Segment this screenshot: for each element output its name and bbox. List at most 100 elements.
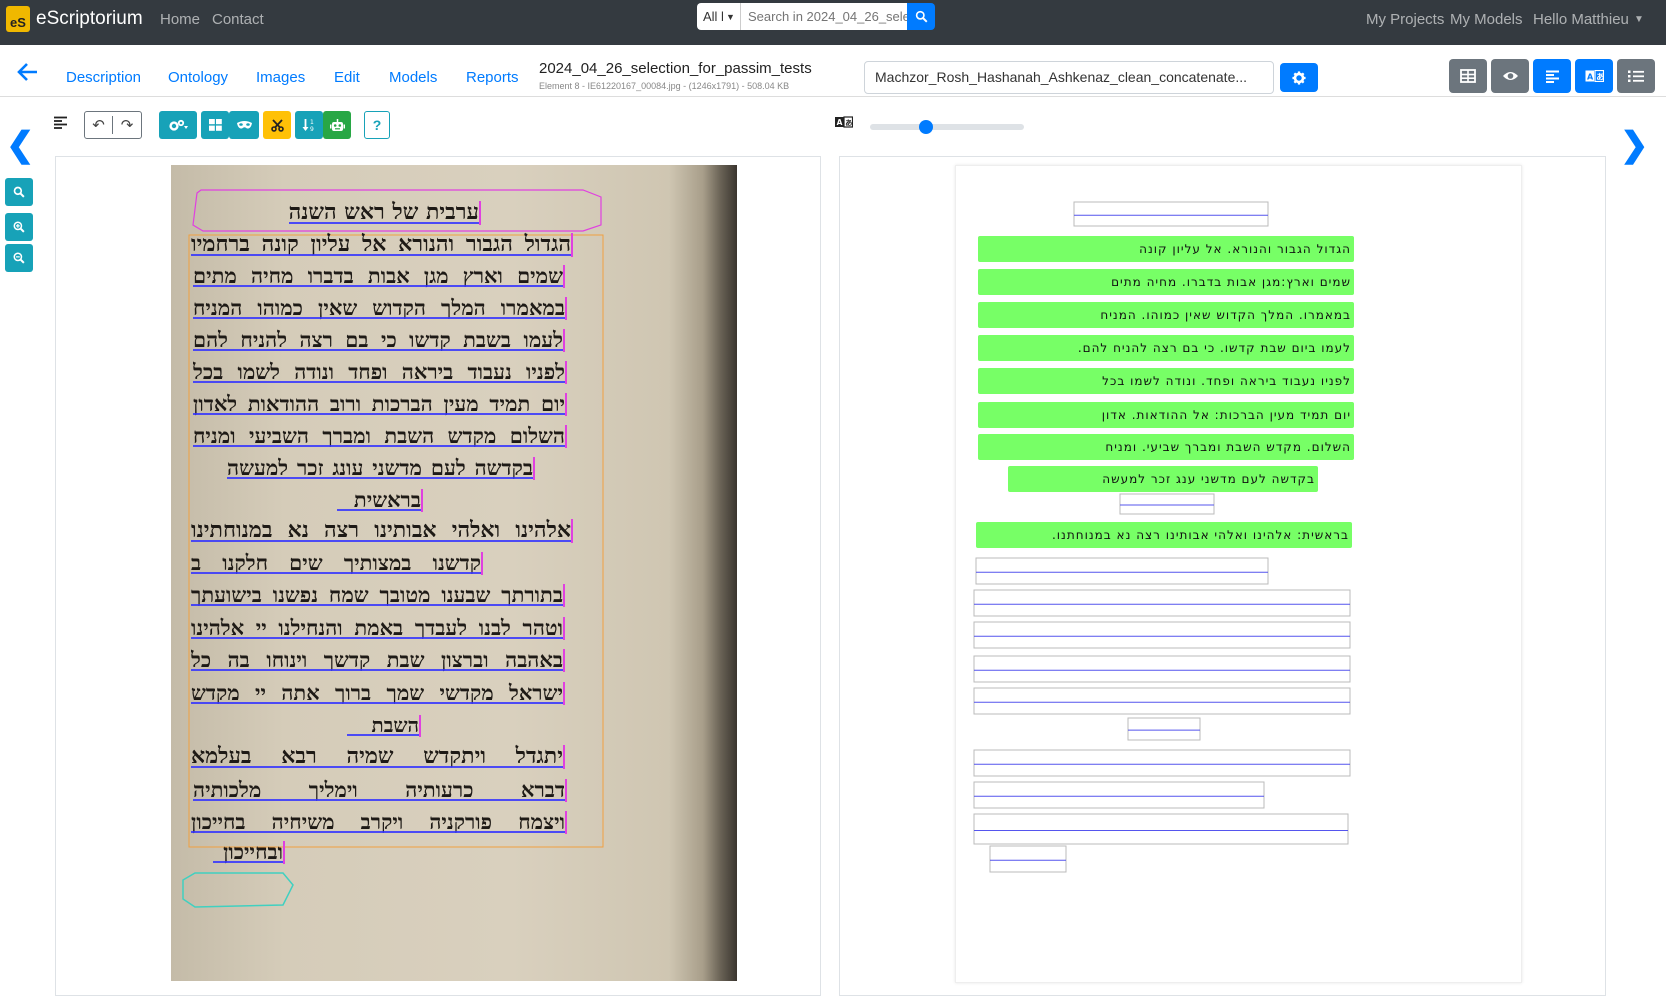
tab-reports[interactable]: Reports — [466, 69, 519, 86]
line-baseline — [337, 509, 421, 511]
brand[interactable]: eS eScriptorium — [6, 6, 143, 32]
toggle-lines-button[interactable] — [229, 111, 259, 139]
line-baseline — [191, 702, 563, 704]
gear-icon — [1292, 70, 1306, 85]
empty-line-box[interactable] — [973, 655, 1351, 683]
search-icon — [13, 186, 25, 198]
zoom-in-button[interactable] — [5, 213, 33, 241]
th-large-icon — [208, 119, 222, 131]
empty-line-box[interactable] — [989, 845, 1067, 873]
empty-line-box[interactable] — [1073, 201, 1269, 227]
panel-toggle-segmentation-button[interactable] — [1533, 59, 1571, 93]
eye-icon — [1502, 72, 1518, 80]
tab-edit[interactable]: Edit — [334, 69, 360, 86]
redo-icon[interactable]: ↷ — [113, 116, 141, 134]
table-grid-icon — [1460, 69, 1476, 83]
search-scope-select[interactable]: All l ▼ — [697, 3, 741, 30]
transcribed-line[interactable]: הגדול הגבור והנורא. אל עליון קונה — [978, 236, 1354, 262]
transcribed-line[interactable]: במאמרו. המלך הקדוש שאין כמוהו. המניח — [978, 302, 1354, 328]
auto-segment-button[interactable] — [323, 111, 351, 139]
translate-icon[interactable]: Aあ — [835, 116, 853, 128]
zoom-out-button[interactable] — [5, 244, 33, 272]
line-baseline — [191, 831, 565, 833]
user-menu[interactable]: Hello Matthieu — [1533, 11, 1629, 28]
transcription-page: הגדול הגבור והנורא. אל עליון קונה שמים וא… — [955, 165, 1522, 983]
line-end-marker — [571, 519, 573, 543]
line-baseline — [191, 540, 571, 542]
empty-line-box[interactable] — [1127, 717, 1201, 741]
toggle-regions-button[interactable] — [201, 111, 229, 139]
document-subtitle: Element 8 - IE61220167_00084.jpg - (1246… — [539, 81, 790, 91]
line-end-marker — [565, 297, 567, 320]
reorder-button[interactable]: 19 — [295, 111, 323, 139]
line-baseline — [213, 861, 283, 863]
line-baseline — [289, 222, 479, 224]
panel-toggle-images-button[interactable] — [1449, 59, 1487, 93]
transcription-select[interactable]: Machzor_Rosh_Hashanah_Ashkenaz_clean_con… — [864, 61, 1274, 94]
font-size-slider[interactable] — [870, 120, 1024, 134]
panel-toggle-diplomatic-button[interactable] — [1617, 59, 1655, 93]
help-button[interactable]: ? — [364, 111, 390, 139]
line-end-marker — [563, 682, 565, 705]
empty-line-box[interactable] — [1119, 493, 1215, 515]
zoom-reset-button[interactable] — [5, 178, 33, 206]
empty-line-box[interactable] — [973, 813, 1349, 845]
segmentation-mode-button[interactable] — [159, 111, 197, 139]
empty-line-box[interactable] — [973, 781, 1265, 809]
line-baseline — [193, 413, 565, 415]
search-input[interactable] — [741, 3, 907, 30]
empty-line-box[interactable] — [973, 687, 1351, 715]
empty-line-box[interactable] — [973, 749, 1351, 777]
line-end-marker — [565, 811, 567, 834]
transcribed-line[interactable]: בראשית: אלהינו ואלהי אבותינו רצה נא במנו… — [976, 522, 1352, 548]
search-group: All l ▼ — [697, 3, 935, 30]
line-end-marker — [565, 425, 567, 448]
chevron-down-icon: ▼ — [725, 11, 735, 22]
line-end-marker — [565, 779, 567, 802]
svg-text:あ: あ — [1596, 73, 1604, 82]
line-baseline — [191, 604, 563, 606]
empty-line-box[interactable] — [973, 621, 1351, 649]
tab-models[interactable]: Models — [389, 69, 437, 86]
transcribed-line[interactable]: השלום. מקדש השבת ומברך שביעי. ומניח — [978, 434, 1354, 460]
search-button[interactable] — [907, 3, 935, 30]
escriptorium-logo-icon: eS — [6, 6, 30, 32]
caret-down-icon[interactable]: ▼ — [1634, 14, 1644, 25]
transcribed-line[interactable]: שמים וארץ:מגן אבות בדברו. מחיה מתים — [978, 269, 1354, 295]
transcribed-line[interactable]: בקדשה לעם מדשני ענג זכר למעשה — [1008, 466, 1318, 492]
tab-ontology[interactable]: Ontology — [168, 69, 228, 86]
top-navbar: eS eScriptorium Home Contact All l▼ My P… — [0, 0, 1666, 45]
empty-line-box[interactable] — [975, 557, 1269, 585]
previous-page-chevron-icon[interactable]: ❮ — [6, 125, 35, 165]
transcribed-line[interactable]: לפניו נעבוד ביראה ופחד. ונודה לשמו בכל — [978, 368, 1354, 394]
back-arrow-icon[interactable] — [17, 62, 39, 82]
transcribed-line[interactable]: יום תמיד מעין הברכות: אל ההודאות. אדון — [978, 402, 1354, 428]
nav-my-projects-link[interactable]: My Projects — [1366, 11, 1444, 28]
cut-tool-button[interactable] — [263, 111, 291, 139]
panel-toggle-visualisation-button[interactable] — [1491, 59, 1529, 93]
panel-toggle-transcription-button[interactable]: Aあ — [1575, 59, 1613, 93]
line-end-marker — [563, 265, 565, 288]
brand-name: eScriptorium — [36, 8, 143, 29]
tab-images[interactable]: Images — [256, 69, 305, 86]
next-page-chevron-icon[interactable]: ❯ — [1620, 125, 1649, 165]
mask-icon — [236, 121, 252, 129]
nav-home-link[interactable]: Home — [160, 11, 200, 28]
undo-icon[interactable]: ↶ — [85, 116, 114, 134]
svg-text:A: A — [837, 118, 843, 127]
manuscript-image[interactable]: ערבית של ראש השנה הגדול הגבור והנורא אל ע… — [171, 165, 737, 981]
nav-my-models-link[interactable]: My Models — [1450, 11, 1523, 28]
line-baseline — [193, 799, 565, 801]
tab-description[interactable]: Description — [66, 69, 141, 86]
transcription-settings-button[interactable] — [1280, 63, 1318, 92]
nav-contact-link[interactable]: Contact — [212, 11, 264, 28]
transcribed-line[interactable]: לעמו ביום שבת קדשו. כי בם רצה להניח להם. — [978, 335, 1354, 361]
empty-line-box[interactable] — [973, 589, 1351, 617]
line-end-marker — [563, 745, 565, 769]
scissors-icon — [270, 118, 284, 132]
translate-icon: Aあ — [1585, 70, 1604, 82]
toggle-line-numbers-icon[interactable] — [53, 116, 68, 129]
slider-thumb[interactable] — [919, 120, 933, 134]
line-baseline — [191, 669, 563, 671]
line-end-marker — [479, 201, 481, 225]
